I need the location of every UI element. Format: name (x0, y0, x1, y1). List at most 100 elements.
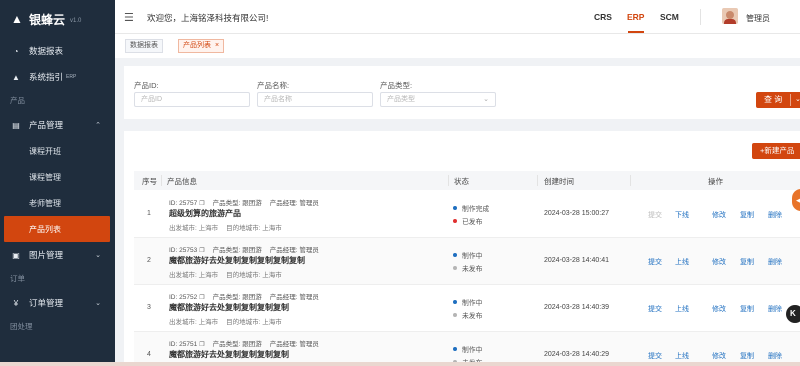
created-time: 2024-03-28 14:40:41 (544, 257, 609, 264)
menu-toggle-icon[interactable]: ☰ (124, 11, 134, 24)
sidebar-item-product-mgmt[interactable]: ▤ 产品管理 ⌃ (0, 112, 115, 138)
sidebar-group-order: 订单 (10, 274, 25, 283)
status-dot-icon (453, 313, 457, 317)
edit-link[interactable]: 修改 (712, 257, 726, 267)
copy-icon[interactable]: ❐ (199, 248, 204, 254)
sidebar-subitem-course-mgmt[interactable]: 课程管理 (0, 164, 115, 190)
system-tab-crs[interactable]: CRS (594, 12, 612, 22)
copy-link[interactable]: 复制 (740, 304, 754, 314)
delete-link[interactable]: 删除 (768, 257, 782, 267)
online-link[interactable]: 上线 (675, 304, 689, 314)
status-badge: 制作完成 (453, 203, 489, 213)
destination-city: 目的地城市: 上海市 (226, 272, 282, 279)
row-index: 1 (147, 210, 151, 217)
status-dot-icon (453, 266, 457, 270)
divider (630, 175, 631, 186)
created-time: 2024-03-28 15:00:27 (544, 210, 609, 217)
sidebar-item-order-mgmt[interactable]: ¥ 订单管理 ⌄ (0, 290, 115, 316)
query-label: 查 询 (764, 95, 783, 104)
th-status: 状态 (454, 177, 469, 186)
edit-link[interactable]: 修改 (712, 351, 726, 361)
copy-icon[interactable]: ❐ (199, 342, 204, 348)
system-tab-erp[interactable]: ERP (627, 12, 644, 22)
chevron-down-icon[interactable]: ⌄ (795, 92, 800, 108)
tag-product-list[interactable]: 产品列表 × (178, 39, 225, 53)
copy-icon[interactable]: ❐ (199, 201, 204, 207)
sidebar-subitem-course-class[interactable]: 课程开班 (0, 138, 115, 164)
tag-label: 产品列表 (183, 42, 211, 49)
status-badge: 未发布 (453, 310, 482, 320)
sidebar-item-label: 图片管理 (29, 250, 64, 260)
status-badge: 制作中 (453, 250, 482, 260)
new-product-button[interactable]: +新建产品 (752, 143, 800, 159)
th-ops: 操作 (708, 177, 723, 186)
avatar[interactable] (722, 8, 738, 24)
divider (0, 362, 800, 366)
edit-link[interactable]: 修改 (712, 304, 726, 314)
system-tab-scm[interactable]: SCM (660, 12, 679, 22)
product-manager: 产品经理: 管理员 (269, 200, 319, 207)
brand[interactable]: ▲ 银蜂云 v1.0 (0, 0, 115, 38)
tag-data-report[interactable]: 数据报表 (125, 39, 163, 53)
offline-link[interactable]: 下线 (675, 210, 689, 220)
sidebar-subitem-teacher-mgmt[interactable]: 老师管理 (0, 190, 115, 216)
edit-link[interactable]: 修改 (712, 210, 726, 220)
copy-link[interactable]: 复制 (740, 351, 754, 361)
floating-widget-icon[interactable]: ◀ (792, 189, 800, 211)
product-name[interactable]: 魔都旅游好去处复制复制复制复制复制 (169, 255, 305, 266)
product-name-input[interactable]: 产品名称 (257, 92, 373, 107)
sidebar-item-image-mgmt[interactable]: ▣ 图片管理 ⌄ (0, 242, 115, 268)
submit-link[interactable]: 提交 (648, 351, 662, 361)
sidebar: ▲ 银蜂云 v1.0 ◔ 数据报表 ▲ 系统指引 ERP 产品 ▤ 产品管理 ⌃… (0, 0, 115, 366)
product-type-select[interactable]: 产品类型 ⌄ (380, 92, 496, 107)
submit-link[interactable]: 提交 (648, 304, 662, 314)
copy-link[interactable]: 复制 (740, 210, 754, 220)
product-name[interactable]: 魔都旅游好去处复制复制复制复制 (169, 302, 289, 313)
submit-link[interactable]: 提交 (648, 210, 662, 220)
product-type-placeholder: 产品类型 (387, 96, 415, 103)
product-id-input[interactable]: 产品ID (134, 92, 250, 107)
brand-version: v1.0 (70, 17, 82, 24)
product-manager: 产品经理: 管理员 (269, 247, 319, 254)
table-row: 1 ID: 25757 ❐ 产品类型: 跟团游 产品经理: 管理员 超级划算的旅游产品… (134, 191, 800, 238)
created-time: 2024-03-28 14:40:39 (544, 304, 609, 311)
product-id: ID: 25752 (169, 294, 198, 301)
product-name[interactable]: 魔都旅游好去处复制复制复制复制 (169, 349, 289, 360)
chevron-up-icon: ⌃ (95, 122, 101, 129)
floating-assistant-icon[interactable]: K (786, 305, 800, 323)
product-name[interactable]: 超级划算的旅游产品 (169, 208, 241, 219)
table-panel: +新建产品 序号 产品信息 状态 创建时间 操作 1 ID: 25757 ❐ 产品类… (124, 131, 800, 366)
status-badge: 未发布 (453, 263, 482, 273)
status-dot-icon (453, 253, 457, 257)
table-header: 序号 产品信息 状态 创建时间 操作 (134, 171, 800, 190)
sidebar-item-label: 系统指引 (29, 72, 64, 82)
document-icon: ▤ (12, 120, 20, 130)
welcome-text: 欢迎您，上海铭泽科技有限公司! (147, 13, 269, 23)
sidebar-item-label: 产品管理 (29, 120, 64, 130)
delete-link[interactable]: 删除 (768, 351, 782, 361)
online-link[interactable]: 上线 (675, 351, 689, 361)
image-icon: ▣ (12, 250, 20, 260)
sidebar-subitem-product-list[interactable]: 产品列表 (4, 216, 110, 242)
product-name-label: 产品名称: (257, 81, 290, 90)
delete-link[interactable]: 删除 (768, 304, 782, 314)
copy-link[interactable]: 复制 (740, 257, 754, 267)
table-row: 3 ID: 25752 ❐ 产品类型: 跟团游 产品经理: 管理员 魔都旅游好去处复制… (134, 285, 800, 332)
product-type: 产品类型: 跟团游 (212, 294, 262, 301)
search-panel: 产品ID: 产品ID 产品名称: 产品名称 产品类型: 产品类型 ⌄ 查 询 ⌄ (124, 66, 800, 119)
submit-link[interactable]: 提交 (648, 257, 662, 267)
status-dot-icon (453, 206, 457, 210)
copy-icon[interactable]: ❐ (199, 295, 204, 301)
online-link[interactable]: 上线 (675, 257, 689, 267)
row-index: 4 (147, 351, 151, 358)
close-icon[interactable]: × (215, 42, 219, 49)
user-name[interactable]: 管理员 (746, 13, 770, 24)
th-index: 序号 (142, 177, 157, 186)
query-button[interactable]: 查 询 ⌄ (756, 92, 800, 108)
th-created: 创建时间 (544, 177, 574, 186)
destination-city: 目的地城市: 上海市 (226, 319, 282, 326)
delete-link[interactable]: 删除 (768, 210, 782, 220)
sidebar-item-data-report[interactable]: ◔ 数据报表 (0, 38, 115, 64)
sidebar-item-system-guide[interactable]: ▲ 系统指引 ERP (0, 64, 115, 90)
status-text: 制作完成 (462, 206, 490, 213)
